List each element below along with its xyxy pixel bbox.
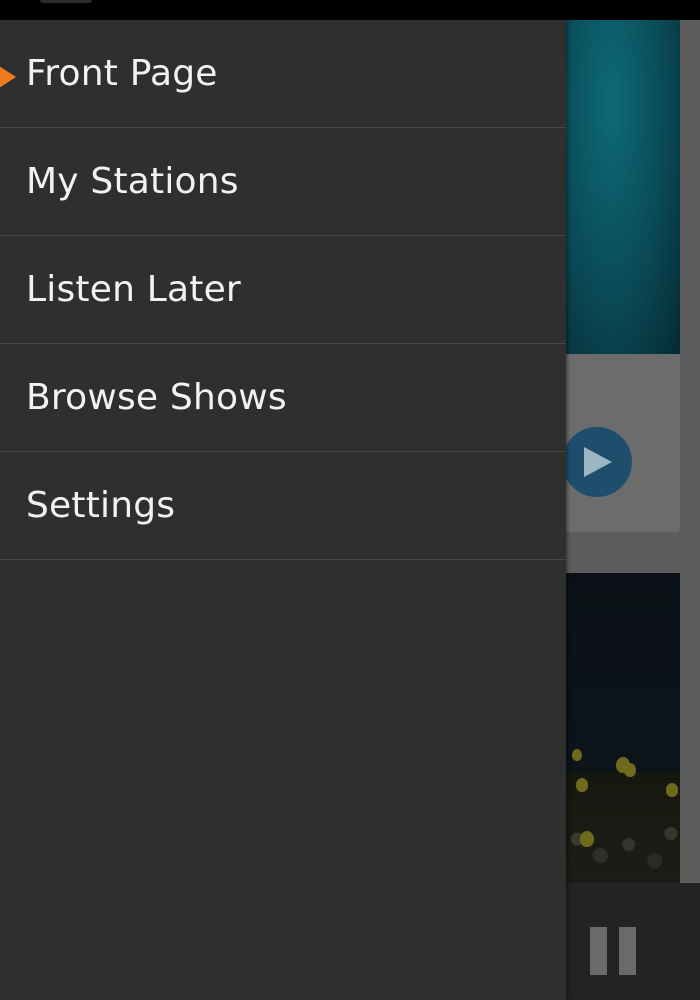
drawer-item-my-stations[interactable]: My Stations [0, 128, 566, 236]
active-item-marker-icon [0, 64, 16, 90]
pause-bar-left [590, 927, 607, 975]
drawer-item-settings[interactable]: Settings [0, 452, 566, 560]
balloon-shape [572, 749, 582, 761]
drawer-item-label: Front Page [26, 53, 218, 94]
drawer-item-listen-later[interactable]: Listen Later [0, 236, 566, 344]
drawer-item-label: My Stations [26, 161, 239, 202]
play-icon [584, 447, 612, 477]
balloon-shape [624, 763, 636, 777]
balloon-shape [666, 783, 678, 797]
app-screen: Front Page My Stations Listen Later Brow… [0, 0, 700, 1000]
drawer-item-label: Listen Later [26, 269, 241, 310]
feed-card-image-2[interactable] [566, 573, 680, 883]
play-button[interactable] [562, 427, 632, 497]
pause-bar-right [619, 927, 636, 975]
balloon-shape [580, 831, 594, 847]
status-bar [0, 0, 700, 20]
pause-icon[interactable] [590, 927, 636, 975]
status-bar-notch [40, 0, 92, 3]
drawer-item-front-page[interactable]: Front Page [0, 20, 566, 128]
drawer-item-browse-shows[interactable]: Browse Shows [0, 344, 566, 452]
balloon-shape [576, 778, 588, 792]
drawer-item-label: Settings [26, 485, 176, 526]
mini-player [566, 883, 700, 1000]
feed-card-image[interactable] [566, 20, 680, 354]
drawer-item-label: Browse Shows [26, 377, 287, 418]
navigation-drawer: Front Page My Stations Listen Later Brow… [0, 20, 566, 1000]
